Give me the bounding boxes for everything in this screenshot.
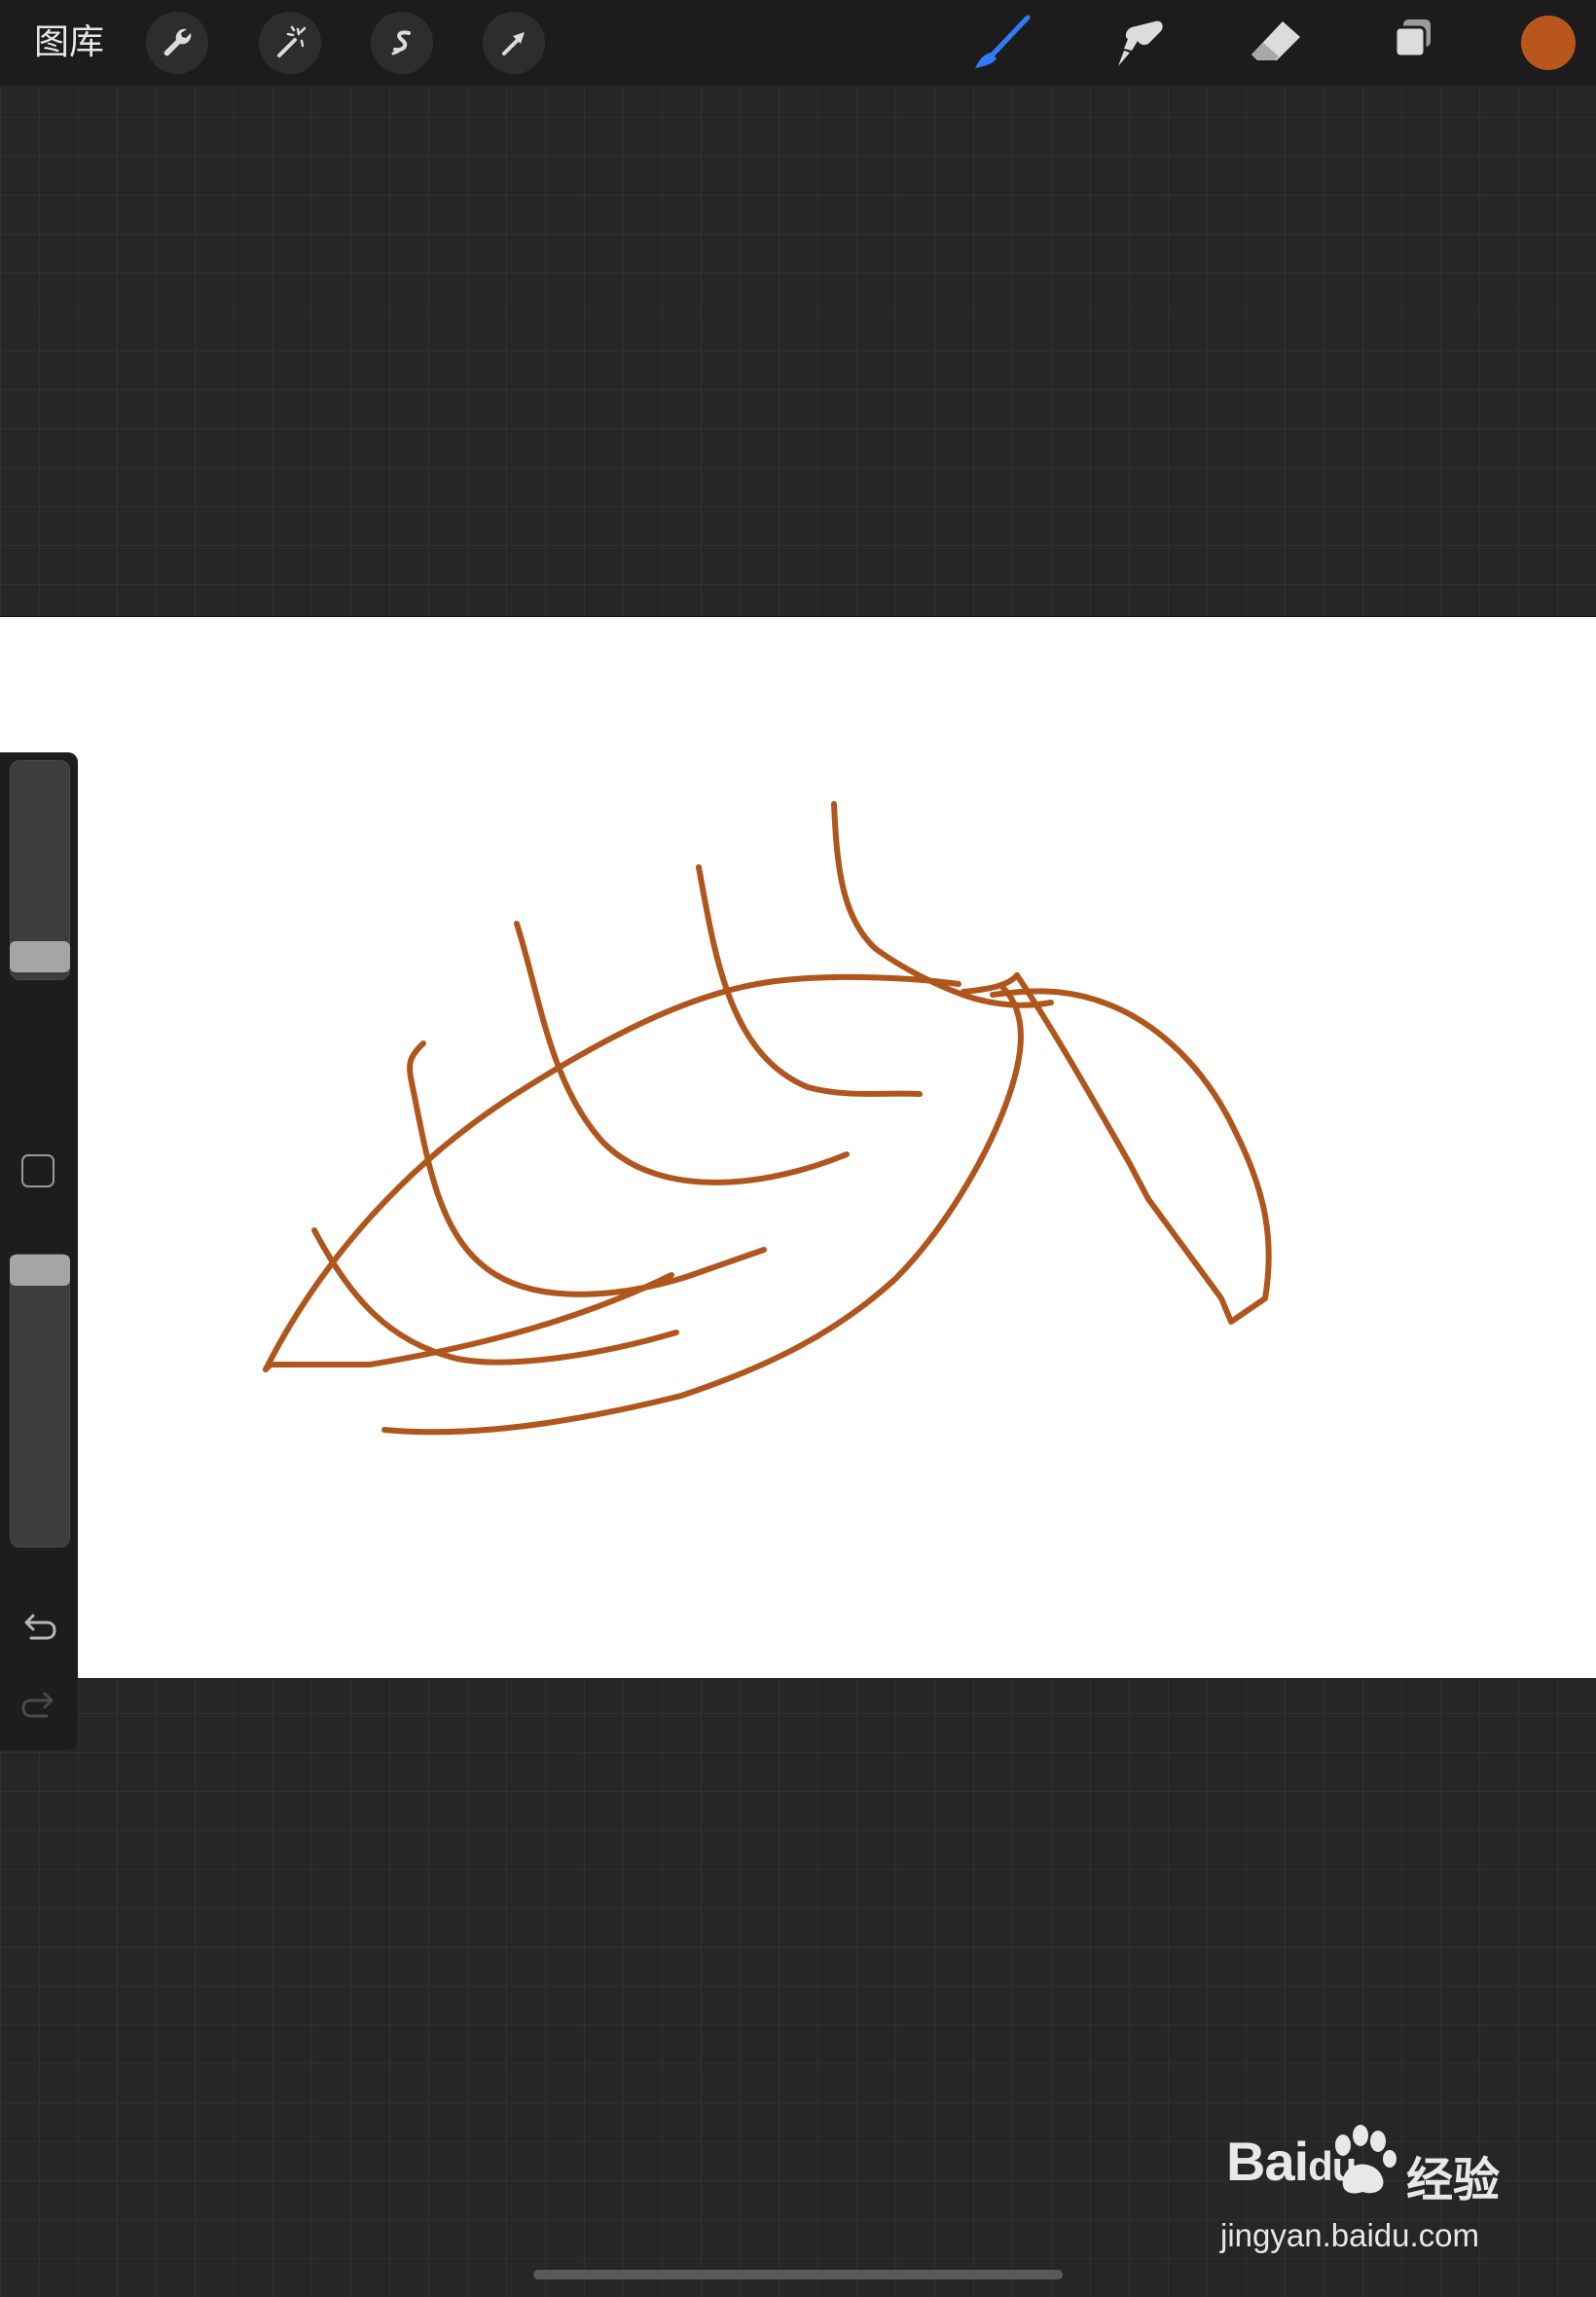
side-controls — [0, 752, 78, 1750]
home-indicator[interactable] — [533, 2270, 1063, 2279]
transform-button[interactable] — [483, 12, 545, 74]
opacity-slider[interactable] — [10, 1254, 70, 1548]
watermark-url: jingyan.baidu.com — [1220, 2217, 1479, 2253]
selection-button[interactable] — [371, 12, 433, 74]
color-picker-swatch[interactable] — [1521, 16, 1576, 70]
eraser-tool-button[interactable] — [1246, 14, 1308, 72]
redo-icon — [21, 1692, 54, 1718]
ring-2 — [407, 1040, 767, 1297]
top-toolbar: 图库 — [0, 0, 1596, 86]
eraser-icon — [1251, 21, 1300, 60]
outer-lower-curve — [263, 1272, 674, 1372]
ring-3 — [514, 921, 850, 1185]
modify-button[interactable] — [21, 1154, 54, 1187]
transform-arrow-icon — [502, 32, 525, 55]
wrench-icon — [163, 28, 192, 56]
watermark-suffix: 经验 — [1406, 2153, 1501, 2207]
smudge-tool-button[interactable] — [1108, 14, 1171, 72]
gallery-button[interactable]: 图库 — [34, 19, 104, 66]
layers-button[interactable] — [1382, 14, 1444, 72]
actions-wrench-button[interactable] — [146, 12, 208, 74]
smudge-icon — [1118, 20, 1163, 66]
body-spine — [381, 984, 1024, 1436]
opacity-thumb[interactable] — [10, 1255, 70, 1286]
redo-button[interactable] — [18, 1687, 60, 1726]
watermark-brand: Baidu — [1226, 2131, 1357, 2192]
baidu-watermark: Baidu 经验 jingyan.baidu.com — [1216, 2122, 1528, 2268]
selection-s-icon — [391, 30, 411, 55]
head-connector — [961, 972, 1020, 995]
brush-tool-button[interactable] — [971, 14, 1034, 72]
magic-wand-icon — [277, 25, 307, 57]
drawing-canvas[interactable] — [0, 616, 1596, 1678]
brush-size-slider[interactable] — [10, 760, 70, 980]
adjustments-wand-button[interactable] — [259, 12, 321, 74]
undo-button[interactable] — [18, 1609, 60, 1648]
undo-icon — [24, 1614, 56, 1640]
layers-icon — [1394, 19, 1431, 58]
brush-icon — [975, 15, 1031, 68]
sketch-strokes — [263, 801, 1272, 1436]
head-outline — [990, 972, 1272, 1325]
brush-size-thumb[interactable] — [10, 941, 70, 972]
